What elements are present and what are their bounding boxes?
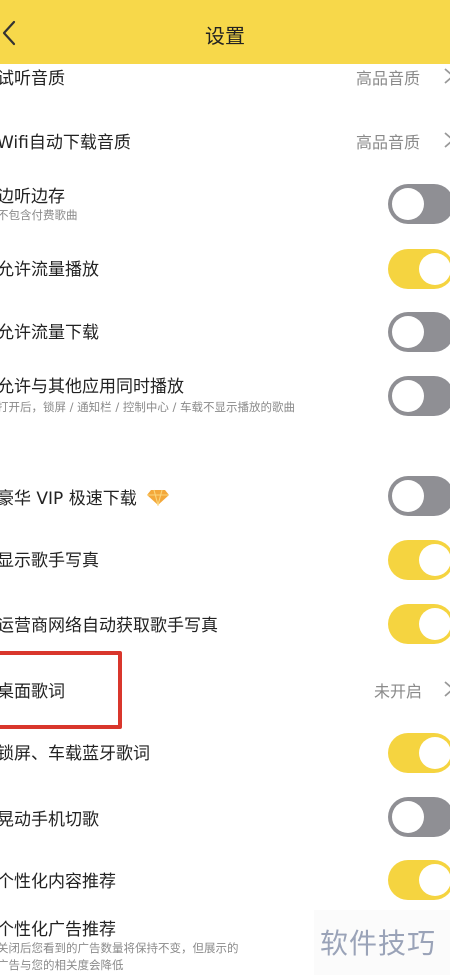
- setting-shake-switch: 晃动手机切歌: [0, 796, 450, 840]
- setting-allow-data-download: 允许流量下载: [0, 310, 450, 354]
- toggle-knob: [419, 544, 450, 576]
- setting-label: 允许流量播放: [0, 260, 99, 280]
- personal-content-toggle[interactable]: [388, 860, 450, 900]
- setting-label: 个性化广告推荐: [0, 920, 116, 940]
- setting-value: 高品音质: [356, 69, 421, 88]
- setting-label: 边听边存: [0, 187, 65, 207]
- setting-label: 运营商网络自动获取歌手写真: [0, 616, 218, 636]
- annotation-highlight-box: [0, 651, 122, 729]
- app-header: 设置: [0, 0, 450, 64]
- toggle-knob: [392, 316, 424, 348]
- setting-label: 个性化内容推荐: [0, 872, 116, 892]
- vip-download-toggle[interactable]: [388, 476, 450, 516]
- setting-label: 豪华 VIP 极速下载: [0, 484, 170, 511]
- toggle-knob: [419, 737, 450, 769]
- setting-vip-download: 豪华 VIP 极速下载: [0, 475, 450, 519]
- setting-description: 关闭后您看到的广告数量将保持不变，但展示的: [0, 941, 239, 955]
- setting-value: 未开启: [374, 682, 423, 701]
- toggle-knob: [419, 253, 450, 285]
- shake-switch-toggle[interactable]: [388, 797, 450, 837]
- toggle-knob: [419, 864, 450, 896]
- setting-value: 高品音质: [356, 133, 421, 152]
- vip-download-label: 豪华 VIP 极速下载: [0, 489, 137, 509]
- listen-save-toggle[interactable]: [388, 184, 450, 224]
- setting-label: 显示歌手写真: [0, 551, 99, 571]
- toggle-knob: [419, 608, 450, 640]
- setting-label: 锁屏、车载蓝牙歌词: [0, 744, 150, 764]
- setting-allow-data-play: 允许流量播放: [0, 248, 450, 292]
- allow-data-play-toggle[interactable]: [388, 249, 450, 289]
- setting-description: 打开后，锁屏 / 通知栏 / 控制中心 / 车载不显示播放的歌曲: [0, 400, 296, 414]
- chevron-right-icon: [442, 130, 450, 150]
- setting-allow-other-apps: 允许与其他应用同时播放 打开后，锁屏 / 通知栏 / 控制中心 / 车载不显示播…: [0, 370, 450, 420]
- setting-lockscreen-lyrics: 锁屏、车载蓝牙歌词: [0, 730, 450, 774]
- setting-wifi-download-quality[interactable]: Wifi自动下载音质 高品音质: [0, 122, 450, 158]
- page-title: 设置: [205, 24, 245, 48]
- toggle-knob: [392, 480, 424, 512]
- toggle-knob: [392, 380, 424, 412]
- setting-show-artist-photo: 显示歌手写真: [0, 538, 450, 582]
- chevron-right-icon: [442, 679, 450, 699]
- setting-label: Wifi自动下载音质: [0, 133, 131, 153]
- setting-personal-content: 个性化内容推荐: [0, 858, 450, 902]
- setting-label: 允许与其他应用同时播放: [0, 377, 184, 397]
- show-artist-photo-toggle[interactable]: [388, 540, 450, 580]
- allow-other-apps-toggle[interactable]: [388, 376, 450, 416]
- watermark-text: 软件技巧: [320, 927, 437, 960]
- setting-listen-and-save: 边听边存 不包含付费歌曲: [0, 180, 450, 230]
- setting-label: 晃动手机切歌: [0, 810, 99, 830]
- setting-trial-quality[interactable]: 试听音质 高品音质: [0, 60, 450, 92]
- setting-label: 允许流量下载: [0, 323, 99, 343]
- setting-description: 不包含付费歌曲: [0, 208, 78, 222]
- allow-data-download-toggle[interactable]: [388, 312, 450, 352]
- setting-description: 广告与您的相关度会降低: [0, 958, 124, 972]
- toggle-knob: [392, 188, 424, 220]
- diamond-icon: [146, 488, 170, 511]
- carrier-artist-photo-toggle[interactable]: [388, 604, 450, 644]
- toggle-knob: [392, 801, 424, 833]
- lockscreen-lyrics-toggle[interactable]: [388, 733, 450, 773]
- setting-carrier-artist-photo: 运营商网络自动获取歌手写真: [0, 600, 450, 644]
- setting-label: 试听音质: [0, 69, 65, 89]
- chevron-right-icon: [442, 66, 450, 86]
